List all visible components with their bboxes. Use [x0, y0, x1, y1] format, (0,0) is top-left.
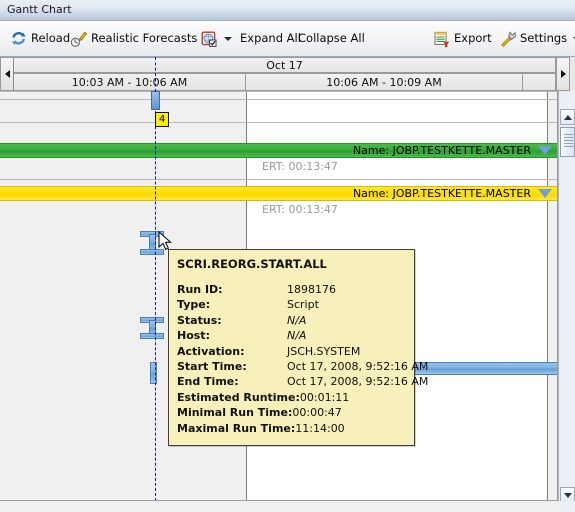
tooltip-value: JSCH.SYSTEM: [287, 344, 361, 358]
reload-icon: [12, 32, 26, 46]
triangle-right-icon: [560, 70, 566, 78]
group-name-label: Name: JOBP.TESTKETTE.MASTER: [352, 187, 531, 200]
tooltip-value: N/A: [287, 329, 307, 343]
collapse-triangle-icon[interactable]: [538, 146, 552, 155]
tooltip-row: Run ID: 1898176: [177, 282, 414, 297]
task-tooltip: SCRI.REORG.START.ALL Run ID: 1898176 Typ…: [168, 249, 428, 447]
group-ert-label: ERT: 00:13:47: [262, 160, 338, 173]
tooltip-row: Start Time: Oct 17, 2008, 9:52:16 AM: [177, 359, 428, 374]
tooltip-value: N/A: [287, 313, 307, 327]
scroll-up-button[interactable]: [560, 109, 575, 125]
grid-line: [0, 91, 557, 92]
tooltip-value: Oct 17, 2008, 9:52:16 AM: [287, 360, 429, 374]
settings-button[interactable]: Settings: [497, 27, 575, 51]
scrollbar-thumb[interactable]: [560, 127, 575, 157]
tooltip-key: Type:: [177, 298, 211, 312]
gantt-chart-window: Gantt Chart Reload Realistic Forecasts E…: [0, 0, 575, 512]
filter-icon: [201, 31, 217, 47]
tooltip-key: Minimal Run Time:: [177, 406, 293, 420]
timeline-day-label: Oct 17: [14, 57, 556, 73]
forecast-icon: [70, 31, 88, 47]
timeline-slot[interactable]: [523, 73, 556, 91]
tooltip-value: Script: [287, 298, 319, 312]
tooltip-value: 00:00:47: [292, 406, 342, 420]
grid-line: [0, 122, 557, 123]
timeline-scroll-left-button[interactable]: [0, 57, 14, 91]
expand-all-button[interactable]: Expand All: [238, 27, 303, 51]
collapse-triangle-icon[interactable]: [538, 189, 552, 198]
mouse-cursor-icon: [158, 231, 172, 251]
group-ert-label: ERT: 00:13:47: [262, 203, 338, 216]
settings-icon: [501, 31, 517, 48]
tooltip-key: Maximal Run Time:: [177, 421, 296, 435]
tooltip-row: Estimated Runtime: 00:01:11: [177, 390, 414, 405]
tooltip-row: End Time: Oct 17, 2008, 9:52:16 AM: [177, 374, 428, 389]
window-title-bar: Gantt Chart: [0, 0, 575, 21]
timeline-slot[interactable]: 10:06 AM - 10:09 AM: [246, 73, 523, 91]
tooltip-value: 1898176: [287, 283, 336, 296]
vertical-scrollbar[interactable]: [558, 91, 575, 512]
tooltip-key: End Time:: [177, 375, 239, 389]
current-time-badge: 4: [155, 112, 170, 127]
export-button[interactable]: Export: [431, 27, 494, 51]
realistic-forecasts-button[interactable]: Realistic Forecasts: [68, 27, 213, 51]
tooltip-title: SCRI.REORG.START.ALL: [177, 257, 327, 271]
expand-all-label: Expand All: [240, 31, 301, 46]
scroll-thumb-grip-icon: [564, 134, 573, 151]
group-bar-green[interactable]: Name: JOBP.TESTKETTE.MASTER: [0, 143, 557, 158]
tooltip-row: Status: N/A: [177, 313, 414, 328]
grid-line: [0, 99, 557, 100]
scroll-up-icon: [563, 114, 572, 120]
tooltip-key: Activation:: [177, 344, 245, 358]
tooltip-row: Host: N/A: [177, 328, 414, 343]
tooltip-row: Minimal Run Time: 00:00:47: [177, 405, 414, 420]
collapse-all-button[interactable]: Collapse All: [296, 27, 367, 51]
current-time-line-header: [155, 57, 156, 92]
export-icon: [434, 31, 450, 48]
current-time-line: [155, 91, 156, 500]
collapse-all-label: Collapse All: [298, 31, 365, 46]
chevron-down-icon[interactable]: [224, 37, 232, 41]
scroll-down-icon: [563, 492, 572, 498]
task-bar[interactable]: [140, 333, 164, 339]
timeline-slots: 10:03 AM - 10:06 AM 10:06 AM - 10:09 AM: [14, 73, 556, 91]
realistic-forecasts-label: Realistic Forecasts: [91, 31, 198, 46]
tooltip-row: Activation: JSCH.SYSTEM: [177, 344, 414, 359]
tooltip-key: Estimated Runtime:: [177, 390, 300, 404]
tooltip-value: 11:14:00: [295, 421, 345, 435]
tooltip-key: Start Time:: [177, 360, 247, 374]
task-bar[interactable]: [414, 362, 557, 375]
tooltip-value: 00:01:11: [299, 390, 350, 404]
triangle-left-icon: [4, 70, 10, 78]
reload-button[interactable]: Reload: [8, 27, 72, 51]
tooltip-key: Status:: [177, 313, 222, 327]
group-bar-yellow[interactable]: Name: JOBP.TESTKETTE.MASTER: [0, 186, 557, 201]
tooltip-row: Type: Script: [177, 297, 414, 312]
settings-label: Settings: [520, 31, 568, 46]
reload-label: Reload: [31, 31, 71, 46]
scrollbar-corner: [558, 501, 575, 512]
timeline-slot[interactable]: 10:03 AM - 10:06 AM: [14, 73, 246, 91]
tooltip-row: Maximal Run Time: 11:14:00: [177, 421, 414, 436]
grid-line: [0, 179, 557, 180]
tooltip-value: Oct 17, 2008, 9:52:16 AM: [287, 375, 429, 389]
export-label: Export: [454, 31, 492, 46]
group-name-label: Name: JOBP.TESTKETTE.MASTER: [352, 144, 531, 157]
current-time-handle[interactable]: [151, 91, 160, 110]
filter-button[interactable]: [198, 27, 234, 51]
page-title: Gantt Chart: [7, 3, 72, 16]
tooltip-key: Host:: [177, 329, 210, 343]
timeline-scroll-right-button[interactable]: [556, 57, 570, 91]
toolbar: Reload Realistic Forecasts Expand All Co…: [0, 21, 575, 57]
timeline-header: Oct 17 10:03 AM - 10:06 AM 10:06 AM - 10…: [0, 57, 575, 91]
tooltip-key: Run ID:: [177, 283, 223, 296]
